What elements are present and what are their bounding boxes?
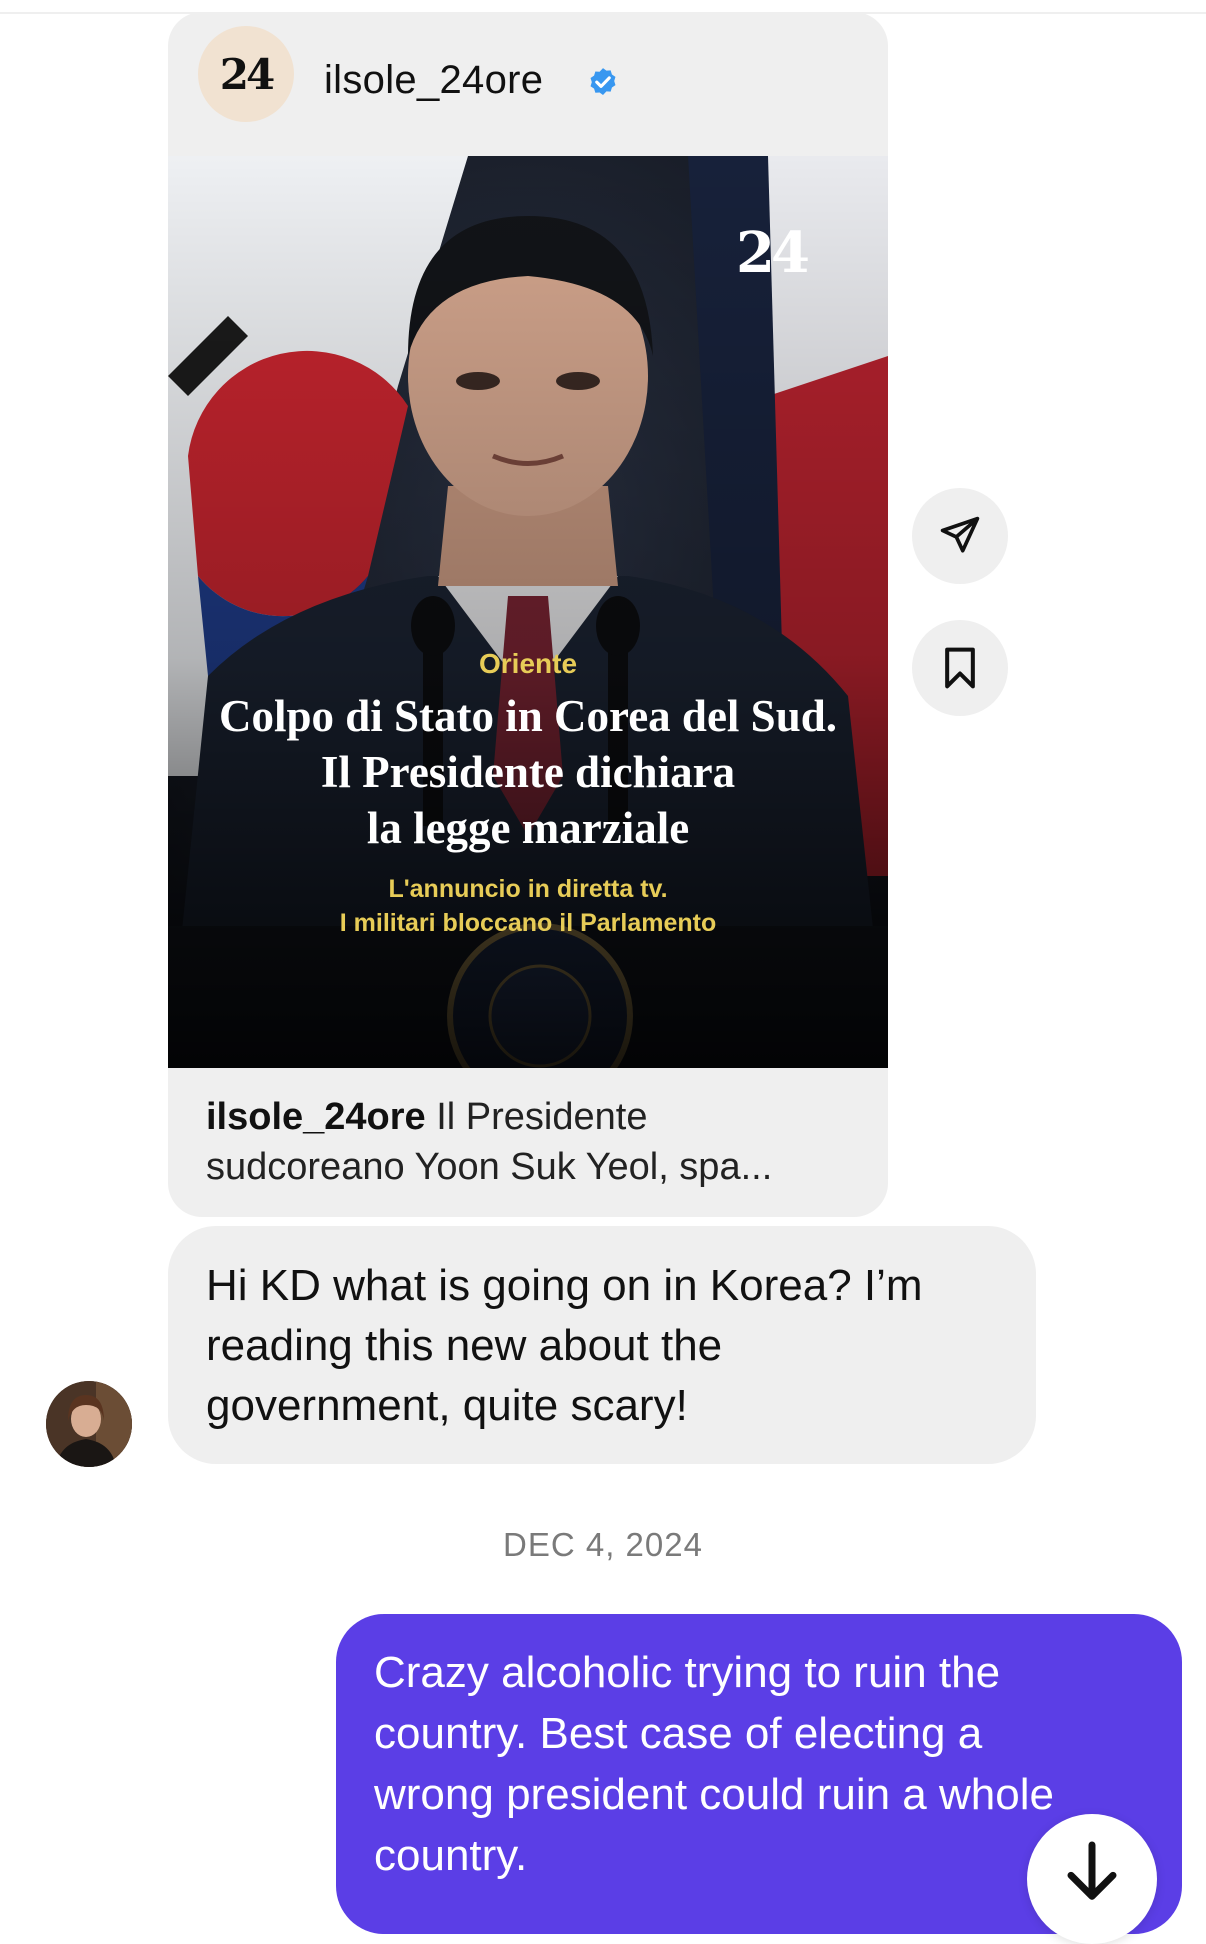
caption-text: Il Presidente	[425, 1096, 648, 1138]
post-image[interactable]: 24 Oriente Colpo di Stato in Corea del S…	[168, 156, 888, 1068]
headline-line: Il Presidente dichiara	[320, 747, 736, 797]
message-line: reading this new about the	[206, 1321, 723, 1370]
message-line: government, quite scary!	[206, 1381, 688, 1430]
message-line: Hi KD what is going on in Korea? I’m	[206, 1261, 923, 1310]
message-line: Crazy alcoholic trying to ruin the	[374, 1648, 1001, 1697]
account-name[interactable]: ilsole_24ore	[324, 58, 543, 103]
caption-text-line2: sudcoreano Yoon Suk Yeol, spa...	[206, 1146, 773, 1188]
verified-badge-icon	[590, 68, 616, 96]
subheadline-line: L'annuncio in diretta tv.	[388, 875, 668, 903]
date-separator: DEC 4, 2024	[503, 1526, 703, 1563]
image-kicker: Oriente	[478, 648, 578, 679]
arrow-down-icon	[1067, 1841, 1117, 1900]
image-logo: 24	[736, 220, 810, 286]
bookmark-icon	[945, 647, 975, 689]
save-button[interactable]	[912, 620, 1008, 716]
incoming-message-bubble[interactable]: Hi KD what is going on in Korea? I’m rea…	[168, 1226, 1036, 1464]
message-line: wrong president could ruin a whole	[374, 1770, 1054, 1819]
headline-line: la legge marziale	[366, 803, 690, 853]
post-caption[interactable]: ilsole_24ore Il Presidente sudcoreano Yo…	[206, 1092, 856, 1192]
image-subheadline: L'annuncio in diretta tv. I militari blo…	[188, 872, 868, 940]
shared-post-card[interactable]: 24 ilsole_24ore 24 Oriente Colpo di Stat…	[168, 12, 888, 1217]
image-headline: Colpo di Stato in Corea del Sud. Il Pres…	[188, 688, 868, 856]
post-header[interactable]: 24 ilsole_24ore	[168, 12, 888, 156]
account-avatar[interactable]: 24	[198, 26, 294, 122]
caption-username: ilsole_24ore	[206, 1096, 426, 1138]
share-button[interactable]	[912, 488, 1008, 584]
sender-avatar[interactable]	[46, 1381, 132, 1467]
send-icon	[940, 516, 980, 553]
headline-line: Colpo di Stato in Corea del Sud.	[218, 691, 838, 741]
message-line: country. Best case of electing a	[374, 1709, 983, 1758]
scroll-to-bottom-button[interactable]	[1027, 1814, 1157, 1944]
sender-avatar-photo	[46, 1381, 132, 1467]
subheadline-line: I militari bloccano il Parlamento	[339, 909, 717, 937]
